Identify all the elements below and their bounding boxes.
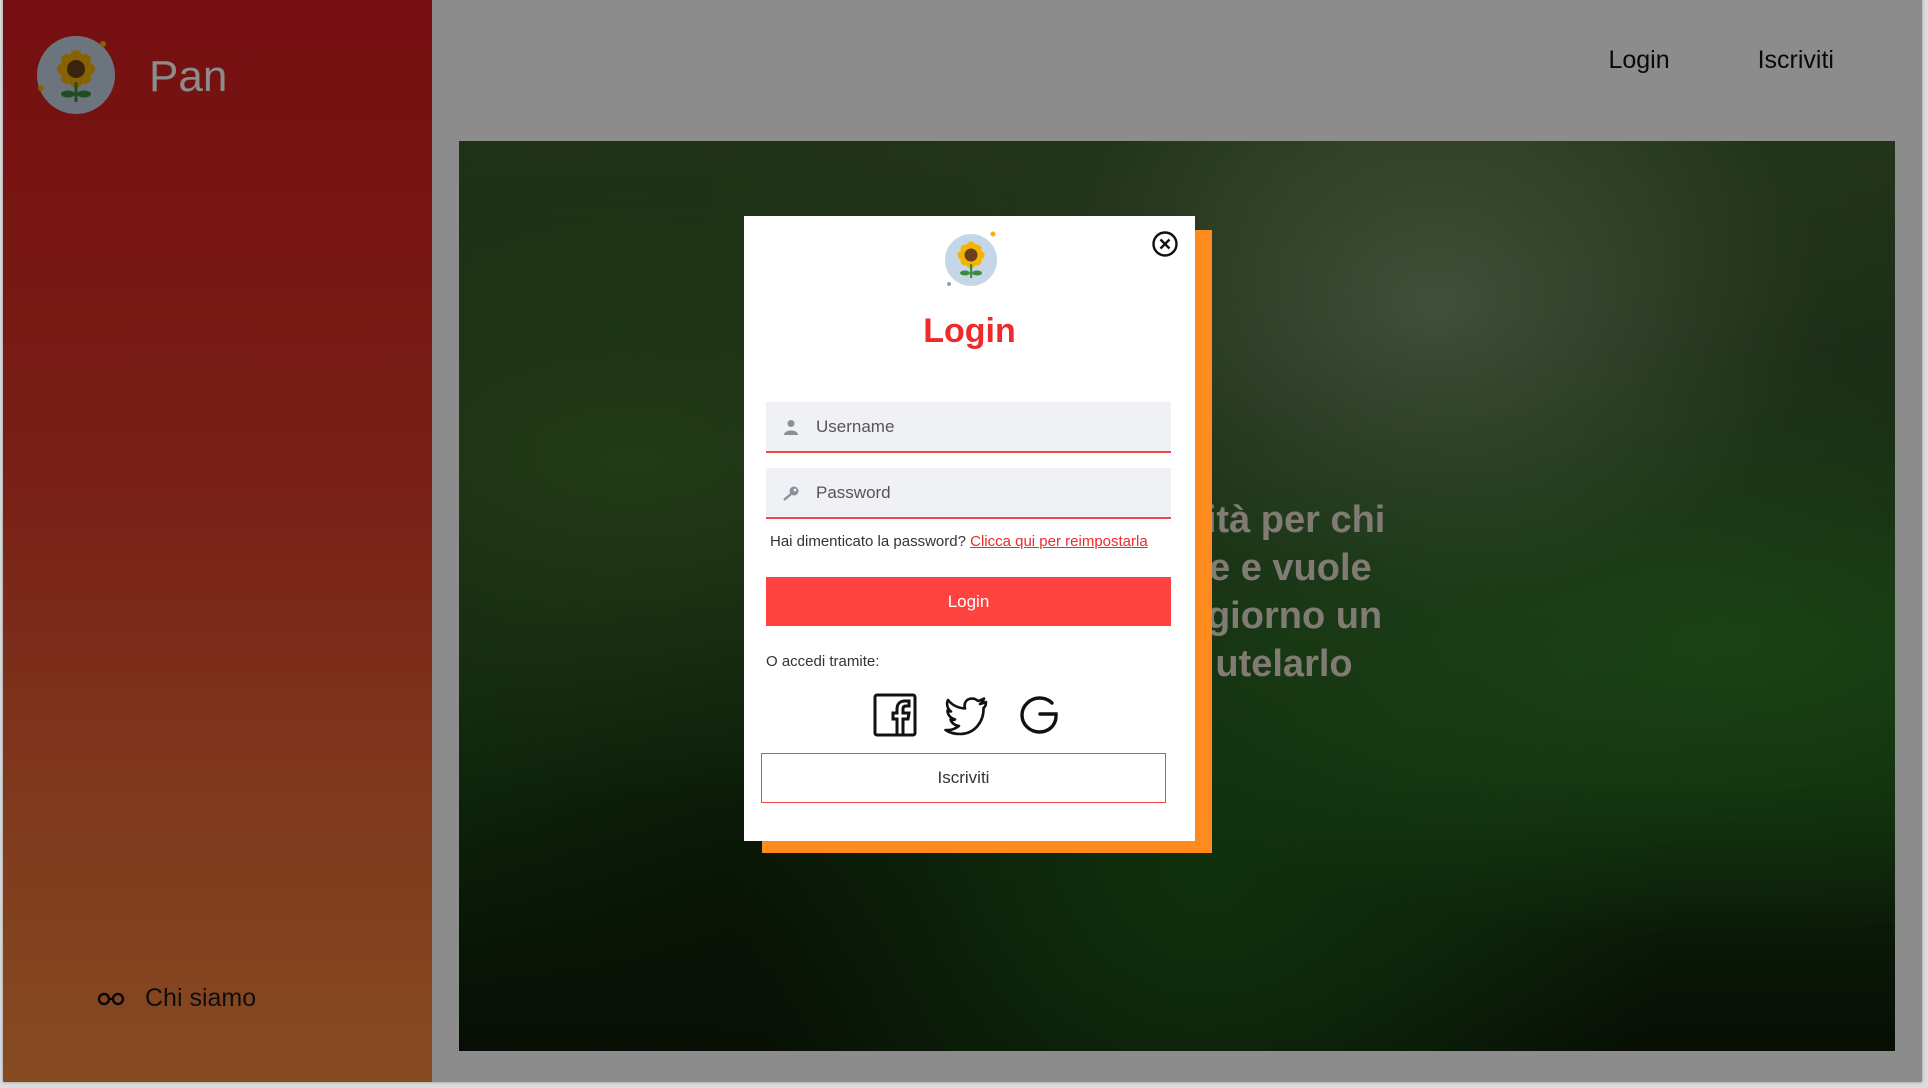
google-icon[interactable]: [1016, 692, 1062, 738]
signup-button[interactable]: Iscriviti: [761, 753, 1166, 803]
close-icon[interactable]: [1151, 230, 1179, 258]
twitter-icon[interactable]: [944, 692, 990, 738]
alternative-login-label: O accedi tramite:: [766, 653, 880, 670]
modal-title: Login: [923, 312, 1016, 350]
password-input[interactable]: [816, 482, 1171, 503]
app-window: Pan Chi siamo Login Iscriviti nità per c…: [3, 0, 1922, 1082]
username-field[interactable]: [766, 402, 1171, 453]
sunflower-icon: [940, 228, 1002, 288]
key-icon: [766, 485, 816, 501]
facebook-icon[interactable]: [872, 692, 918, 738]
login-modal: Login Hai dimenticato la password: [744, 216, 1195, 841]
password-field[interactable]: [766, 468, 1171, 519]
forgot-password-text: Hai dimenticato la password?: [770, 533, 966, 550]
reset-password-link[interactable]: Clicca qui per reimpostarla: [970, 533, 1148, 550]
user-icon: [766, 419, 816, 435]
social-login-buttons: [872, 692, 1062, 738]
forgot-password-row: Hai dimenticato la password? Clicca qui …: [770, 533, 1148, 550]
username-input[interactable]: [816, 416, 1171, 437]
login-button[interactable]: Login: [766, 577, 1171, 626]
